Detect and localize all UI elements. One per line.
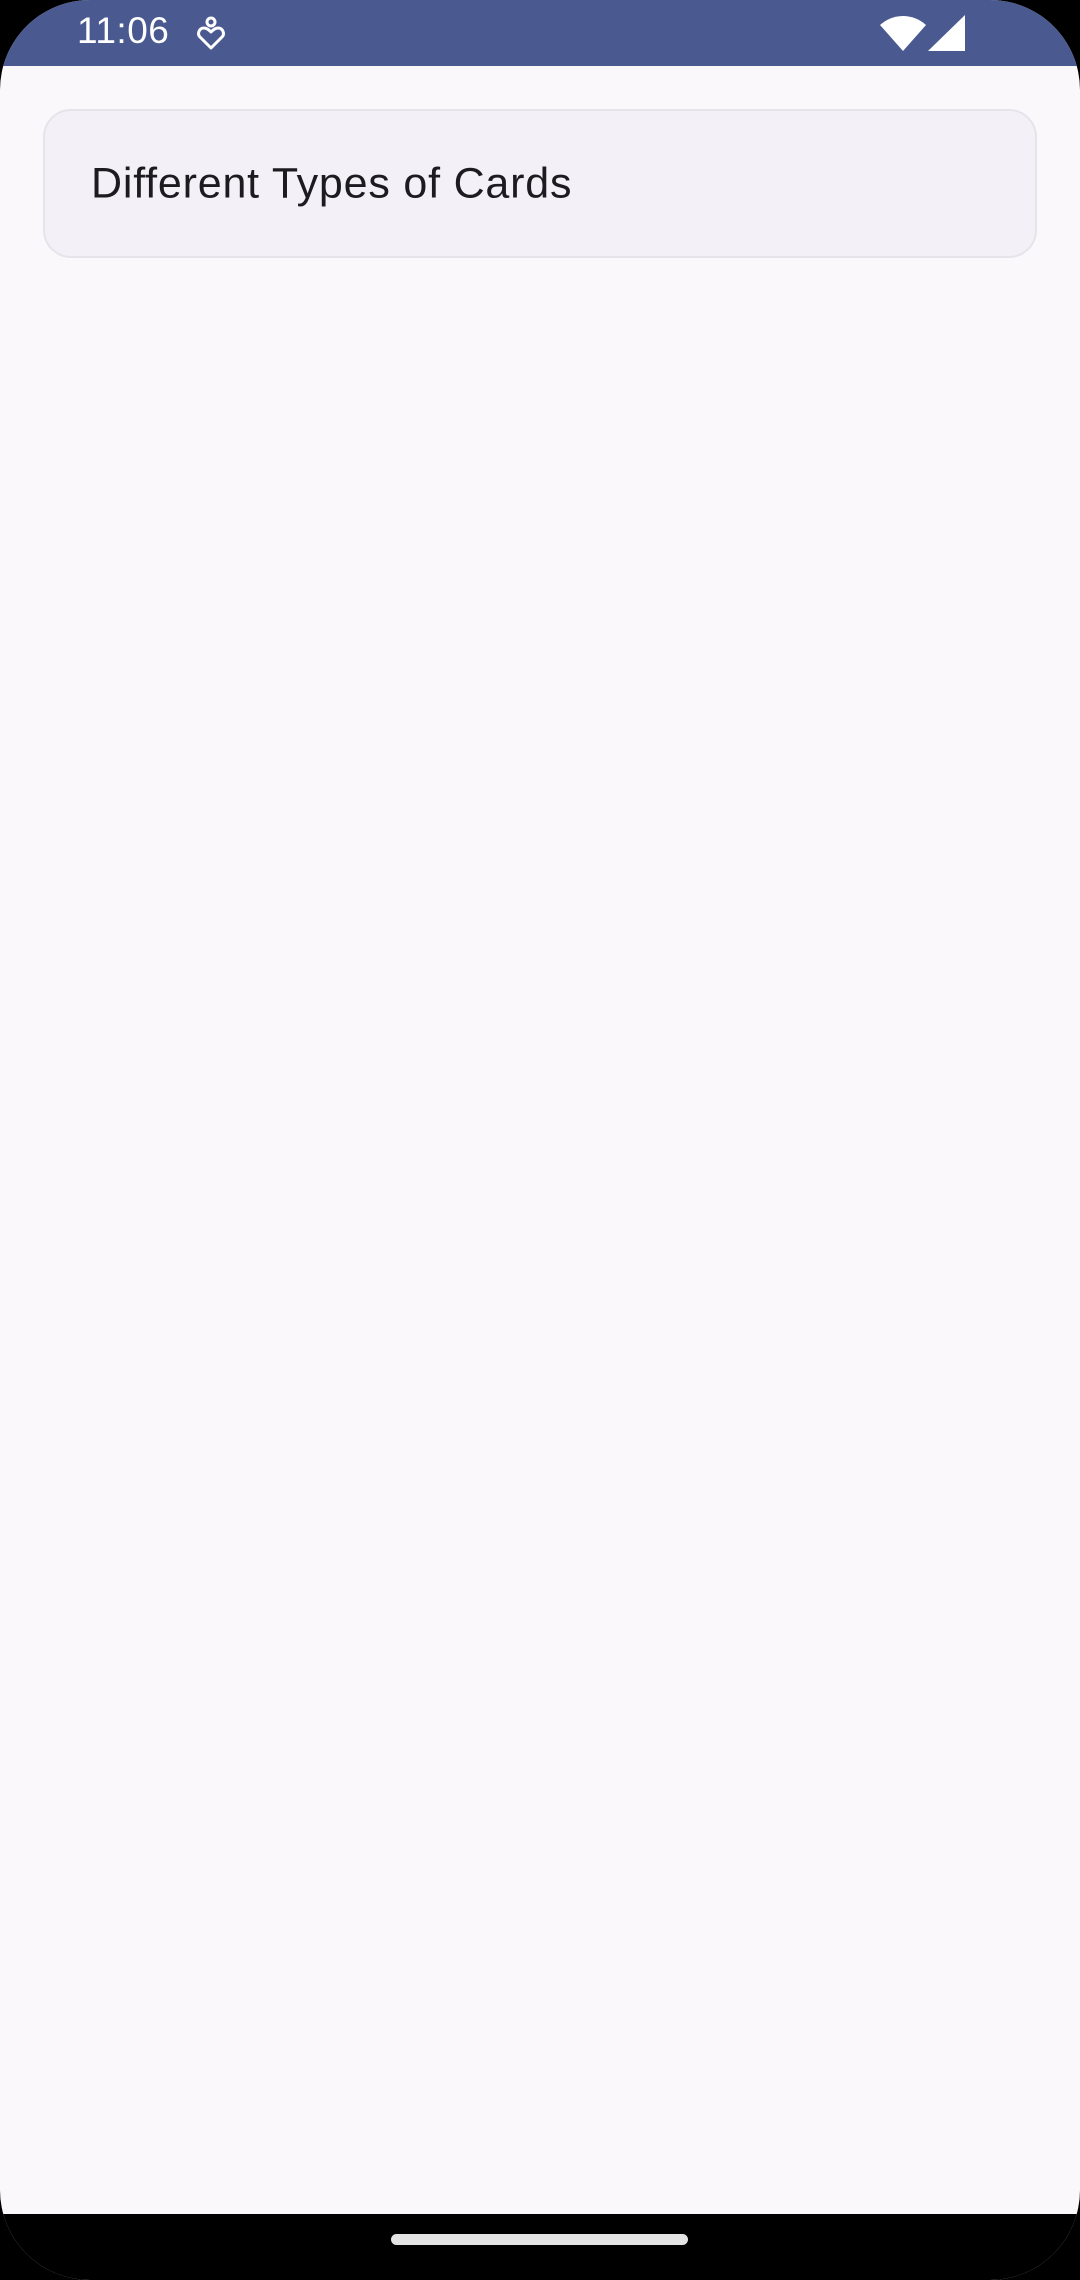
download-heart-icon [197,16,225,50]
status-time: 11:06 [77,10,170,51]
status-bar: 11:06 [0,0,1080,66]
app-screen: 11:06 Different Types of Cards [0,0,1080,2280]
card-title: Different Types of Cards [91,159,573,207]
navigation-bar [0,2214,1080,2280]
gesture-home-handle[interactable] [391,2234,688,2245]
cellular-signal-icon [928,15,965,51]
card-types-item[interactable]: Different Types of Cards [43,109,1037,258]
wifi-icon [880,16,926,51]
